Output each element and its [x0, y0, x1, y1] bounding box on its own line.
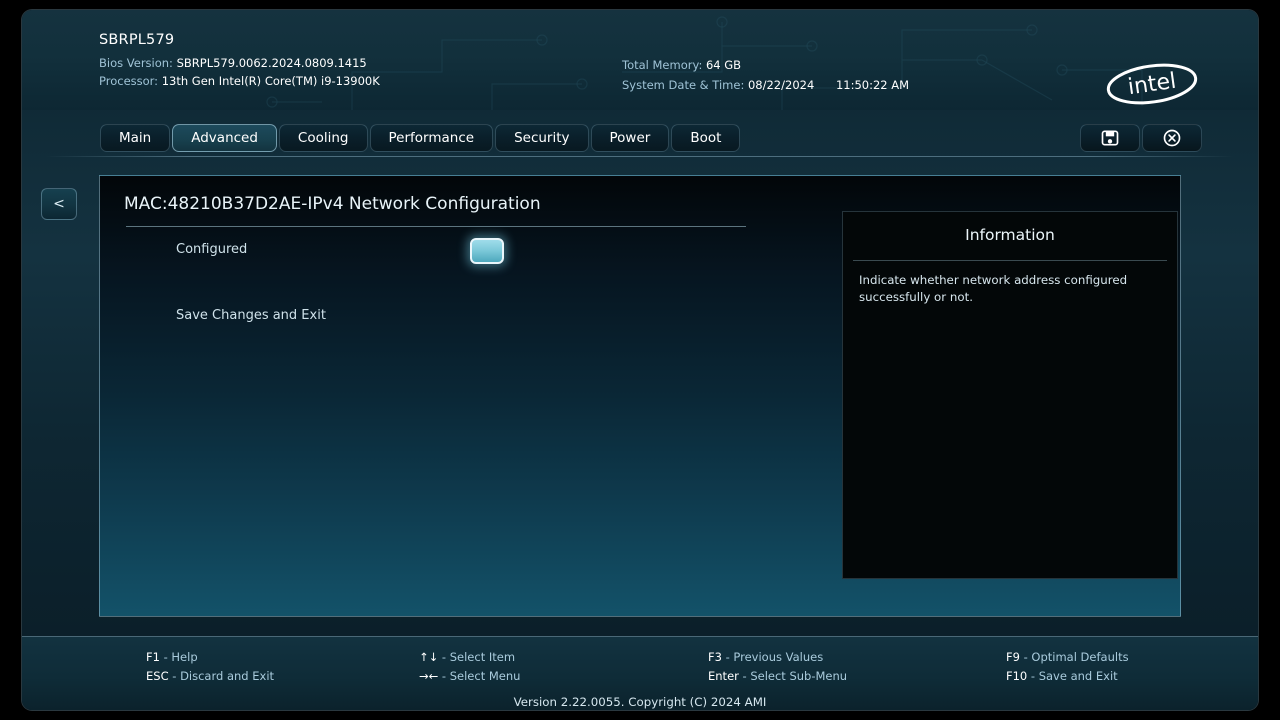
version-copyright: Version 2.22.0055. Copyright (C) 2024 AM…: [513, 695, 767, 709]
bios-setup-window: SBRPL579 Bios Version: SBRPL579.0062.202…: [22, 10, 1258, 710]
help-key: →←: [419, 669, 439, 683]
help-key: F9: [1006, 650, 1020, 664]
setting-row-save-changes[interactable]: Save Changes and Exit: [100, 308, 820, 332]
help-description: - Save and Exit: [1027, 669, 1118, 683]
tab-boot[interactable]: Boot: [671, 124, 741, 152]
help-description: - Select Item: [438, 650, 516, 664]
help-entry: ESC - Discard and Exit: [146, 667, 274, 686]
footer-help-bar: F1 - Help ESC - Discard and Exit ↑↓ - Sel…: [22, 636, 1258, 710]
processor-label: Processor:: [99, 74, 159, 88]
tab-label: Security: [514, 130, 570, 146]
total-memory-label: Total Memory:: [622, 58, 703, 72]
svg-text:intel: intel: [1126, 69, 1177, 100]
information-panel-title: Information: [965, 226, 1055, 244]
tab-advanced[interactable]: Advanced: [172, 124, 277, 152]
content-area: < MAC:48210B37D2AE-IPv4 Network Configur…: [22, 158, 1258, 636]
header-bar: SBRPL579 Bios Version: SBRPL579.0062.202…: [22, 10, 1258, 110]
help-entry: F3 - Previous Values: [708, 648, 847, 667]
total-memory-value: 64 GB: [705, 58, 742, 72]
tab-label: Boot: [690, 130, 722, 146]
page-title: MAC:48210B37D2AE-IPv4 Network Configurat…: [124, 194, 541, 214]
tab-label: Main: [119, 130, 152, 146]
help-key: ↑↓: [419, 650, 439, 664]
help-entry: →← - Select Menu: [419, 667, 520, 686]
close-circle-icon: [1163, 129, 1181, 147]
tab-label: Performance: [388, 130, 475, 146]
back-button[interactable]: <: [41, 188, 77, 220]
help-entry: Enter - Select Sub-Menu: [708, 667, 847, 686]
bios-version-line: Bios Version: SBRPL579.0062.2024.0809.14…: [99, 54, 380, 72]
tab-security[interactable]: Security: [495, 124, 589, 152]
system-time-value: 11:50:22 AM: [835, 78, 910, 92]
tab-label: Cooling: [297, 130, 349, 146]
tab-label: Advanced: [191, 130, 258, 146]
main-tab-bar: Main Advanced Cooling Performance Security Po…: [22, 110, 1258, 158]
help-description: - Previous Values: [721, 650, 824, 664]
intel-logo-icon: intel: [1106, 63, 1198, 105]
help-description: - Select Sub-Menu: [738, 669, 848, 683]
system-info-block: SBRPL579 Bios Version: SBRPL579.0062.202…: [99, 32, 380, 90]
bios-version-value: SBRPL579.0062.2024.0809.1415: [176, 56, 367, 70]
help-key: F1: [146, 650, 160, 664]
system-datetime-label: System Date & Time:: [622, 78, 745, 92]
help-column-2: ↑↓ - Select Item →← - Select Menu: [419, 648, 520, 686]
processor-line: Processor: 13th Gen Intel(R) Core(TM) i9…: [99, 72, 380, 90]
tab-label: Power: [609, 130, 651, 146]
setting-label-configured: Configured: [176, 242, 248, 257]
save-floppy-icon: [1101, 130, 1119, 146]
help-entry: F9 - Optimal Defaults: [1006, 648, 1129, 667]
save-button[interactable]: [1080, 124, 1140, 152]
tab-main[interactable]: Main: [100, 124, 171, 152]
save-changes-and-exit-item[interactable]: Save Changes and Exit: [176, 308, 326, 323]
system-title: SBRPL579: [99, 32, 175, 48]
bios-version-label: Bios Version:: [99, 56, 173, 70]
information-panel-divider: [853, 260, 1167, 261]
setting-row-configured: Configured: [100, 238, 820, 266]
help-key: Enter: [708, 669, 739, 683]
tabbar-divider: [46, 156, 1234, 157]
help-entry: F1 - Help: [146, 648, 274, 667]
help-entry: ↑↓ - Select Item: [419, 648, 520, 667]
tab-list: Main Advanced Cooling Performance Security Po…: [100, 124, 741, 152]
title-divider: [126, 226, 746, 227]
help-description: - Help: [159, 650, 198, 664]
tab-performance[interactable]: Performance: [369, 124, 494, 152]
help-column-1: F1 - Help ESC - Discard and Exit: [146, 648, 274, 686]
help-description: - Select Menu: [438, 669, 521, 683]
chevron-left-icon: <: [53, 196, 65, 212]
help-column-3: F3 - Previous Values Enter - Select Sub-M…: [708, 648, 847, 686]
total-memory-line: Total Memory: 64 GB: [622, 56, 909, 74]
help-entry: F10 - Save and Exit: [1006, 667, 1129, 686]
memory-datetime-block: Total Memory: 64 GB System Date & Time: …: [622, 56, 909, 94]
help-key: F3: [708, 650, 722, 664]
configured-checkbox[interactable]: [470, 238, 504, 264]
settings-panel: MAC:48210B37D2AE-IPv4 Network Configurat…: [99, 175, 1181, 617]
help-key: F10: [1006, 669, 1028, 683]
tab-power[interactable]: Power: [590, 124, 670, 152]
information-panel-text: Indicate whether network address configu…: [859, 273, 1128, 304]
system-datetime-line: System Date & Time: 08/22/2024 11:50:22 …: [622, 76, 909, 94]
processor-value: 13th Gen Intel(R) Core(TM) i9-13900K: [161, 74, 380, 88]
tab-action-buttons: [1080, 124, 1202, 152]
help-description: - Discard and Exit: [168, 669, 275, 683]
information-panel: Information Indicate whether network add…: [842, 211, 1178, 579]
exit-button[interactable]: [1142, 124, 1202, 152]
help-column-4: F9 - Optimal Defaults F10 - Save and Exit: [1006, 648, 1129, 686]
help-key: ESC: [146, 669, 169, 683]
system-date-value: 08/22/2024: [747, 78, 815, 92]
tab-cooling[interactable]: Cooling: [278, 124, 368, 152]
help-description: - Optimal Defaults: [1019, 650, 1129, 664]
